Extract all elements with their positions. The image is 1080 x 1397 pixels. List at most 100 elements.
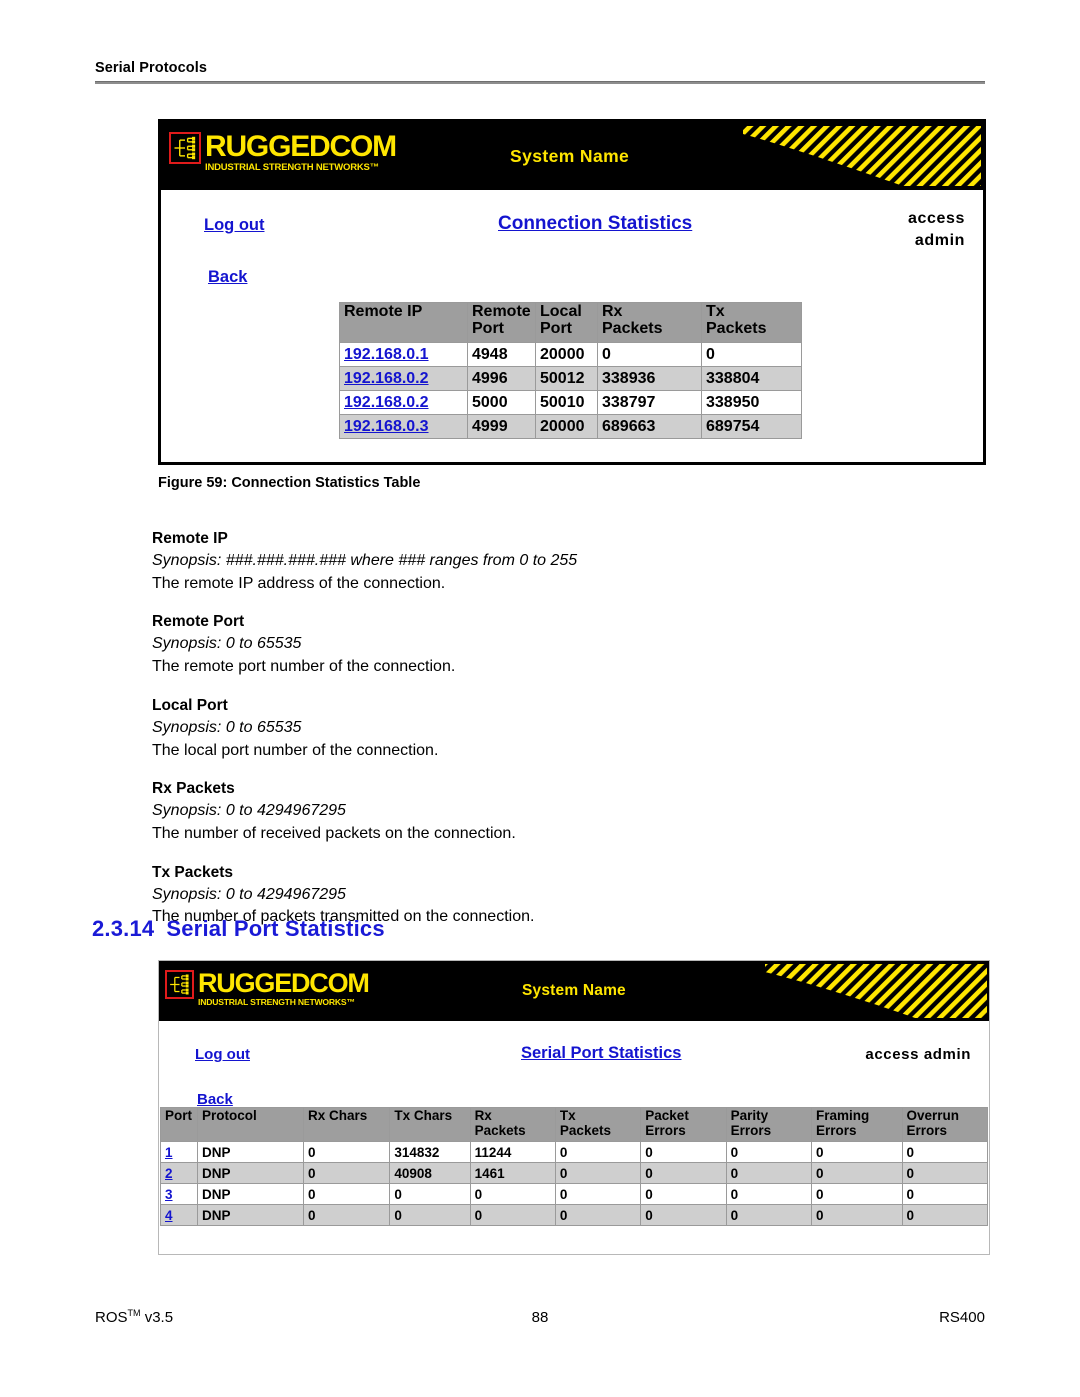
remote-ip-link[interactable]: 192.168.0.3: [344, 418, 429, 435]
cell-remote-port: 5000: [467, 390, 536, 415]
cell-rx-packets: 0: [469, 1183, 556, 1205]
cell-rx-packets: 338936: [597, 366, 702, 391]
access-level-indicator: access admin: [865, 1046, 971, 1063]
page-running-head: Serial Protocols: [95, 60, 985, 84]
system-name-label: System Name: [510, 146, 630, 166]
cell-remote-port: 4948: [467, 342, 536, 367]
cell-rx-packets: 338797: [597, 390, 702, 415]
column-port: Port: [159, 1107, 199, 1142]
cell-port: 4: [159, 1204, 199, 1226]
definition-synopsis: Synopsis: 0 to 65535: [152, 718, 302, 736]
ruggedcom-network-tree-icon: [165, 970, 194, 999]
logout-link[interactable]: Log out: [204, 216, 264, 235]
ruggedcom-logo: RUGGEDCOM INDUSTRIAL STRENGTH NETWORKS™: [165, 968, 370, 1007]
cell-tx-packets: 0: [701, 342, 802, 367]
cell-framing-errors: 0: [811, 1183, 903, 1205]
definition-local-port: Local Port Synopsis: 0 to 65535 The loca…: [152, 695, 872, 762]
cell-protocol: DNP: [197, 1141, 304, 1163]
definition-term: Tx Packets: [152, 863, 233, 881]
column-protocol: Protocol: [197, 1107, 304, 1142]
cell-tx-packets: 689754: [701, 414, 802, 439]
cell-rx-chars: 0: [302, 1141, 391, 1163]
page-title-link[interactable]: Connection Statistics: [498, 213, 692, 235]
cell-remote-port: 4999: [467, 414, 536, 439]
port-link[interactable]: 1: [165, 1145, 173, 1160]
table-header-row: Port Protocol Rx Chars Tx Chars Rx Packe…: [159, 1107, 989, 1142]
definition-remote-port: Remote Port Synopsis: 0 to 65535 The rem…: [152, 611, 872, 678]
back-link[interactable]: Back: [208, 268, 247, 287]
ruggedcom-network-tree-icon: [169, 132, 201, 164]
ruggedcom-wordmark: RUGGEDCOM INDUSTRIAL STRENGTH NETWORKS™: [198, 968, 370, 1007]
cell-rx-packets: 11244: [469, 1141, 556, 1163]
cell-local-port: 20000: [535, 342, 598, 367]
hazard-stripe-graphic: [713, 122, 983, 190]
cell-local-port: 20000: [535, 414, 598, 439]
cell-parity-errors: 0: [725, 1204, 813, 1226]
column-rx-chars: Rx Chars: [302, 1107, 391, 1142]
cell-framing-errors: 0: [811, 1141, 903, 1163]
cell-parity-errors: 0: [725, 1183, 813, 1205]
cell-framing-errors: 0: [811, 1204, 903, 1226]
table-row: 4 DNP 0 0 0 0 0 0 0 0: [159, 1204, 989, 1226]
brand-name: RUGGEDCOM: [198, 968, 370, 998]
remote-ip-link[interactable]: 192.168.0.2: [344, 370, 429, 387]
column-tx-packets: Tx Packets: [701, 302, 802, 343]
cell-remote-ip: 192.168.0.3: [339, 414, 468, 439]
column-tx-chars: Tx Chars: [389, 1107, 471, 1142]
cell-port: 1: [159, 1141, 199, 1163]
footer-product: ROSTM v3.5: [95, 1308, 433, 1326]
cell-tx-chars: 40908: [389, 1162, 471, 1184]
web-ui-nav-row: Log out Serial Port Statistics Back acce…: [159, 1021, 989, 1108]
cell-local-port: 50012: [535, 366, 598, 391]
table-header-row: Remote IP Remote Port Local Port Rx Pack…: [339, 302, 802, 343]
cell-local-port: 50010: [535, 390, 598, 415]
cell-tx-packets: 338804: [701, 366, 802, 391]
definition-description: The local port number of the connection.: [152, 741, 439, 759]
cell-protocol: DNP: [197, 1162, 304, 1184]
remote-ip-link[interactable]: 192.168.0.2: [344, 394, 429, 411]
definition-rx-packets: Rx Packets Synopsis: 0 to 4294967295 The…: [152, 778, 872, 845]
table-row: 192.168.0.2 5000 50010 338797 338950: [339, 390, 802, 415]
cell-tx-packets: 0: [554, 1183, 642, 1205]
access-role: admin: [914, 231, 965, 249]
cell-framing-errors: 0: [811, 1162, 903, 1184]
cell-rx-chars: 0: [302, 1183, 391, 1205]
web-ui-banner: RUGGEDCOM INDUSTRIAL STRENGTH NETWORKS™ …: [159, 961, 989, 1021]
section-heading: 2.3.14 Serial Port Statistics: [92, 916, 385, 942]
port-link[interactable]: 2: [165, 1166, 173, 1181]
footer-trademark-symbol: TM: [127, 1308, 141, 1318]
port-link[interactable]: 3: [165, 1187, 173, 1202]
cell-parity-errors: 0: [725, 1162, 813, 1184]
cell-tx-packets: 338950: [701, 390, 802, 415]
definition-term: Remote Port: [152, 613, 245, 631]
logout-link[interactable]: Log out: [195, 1046, 250, 1063]
definition-synopsis: Synopsis: 0 to 65535: [152, 635, 302, 653]
column-local-port: Local Port: [535, 302, 598, 343]
definition-remote-ip: Remote IP Synopsis: ###.###.###.### wher…: [152, 528, 872, 595]
footer-page-number: 88: [531, 1309, 549, 1326]
running-head-rule: [95, 81, 985, 84]
port-link[interactable]: 4: [165, 1208, 173, 1223]
cell-rx-packets: 1461: [469, 1162, 556, 1184]
cell-rx-chars: 0: [302, 1162, 391, 1184]
column-tx-packets: Tx Packets: [554, 1107, 642, 1142]
table-row: 192.168.0.3 4999 20000 689663 689754: [339, 414, 802, 439]
brand-tagline: INDUSTRIAL STRENGTH NETWORKS™: [205, 162, 379, 173]
running-head-title: Serial Protocols: [95, 60, 207, 76]
table-row: 192.168.0.2 4996 50012 338936 338804: [339, 366, 802, 391]
screenshot-connection-statistics: RUGGEDCOM INDUSTRIAL STRENGTH NETWORKS™ …: [158, 119, 986, 465]
definition-synopsis: Synopsis: 0 to 4294967295: [152, 885, 346, 903]
remote-ip-link[interactable]: 192.168.0.1: [344, 346, 429, 363]
cell-port: 2: [159, 1162, 199, 1184]
cell-rx-packets: 689663: [597, 414, 702, 439]
cell-rx-chars: 0: [302, 1204, 391, 1226]
definition-description: The remote IP address of the connection.: [152, 574, 446, 592]
definition-description: The number of received packets on the co…: [152, 825, 516, 843]
page-title-link[interactable]: Serial Port Statistics: [521, 1044, 681, 1063]
cell-protocol: DNP: [197, 1204, 304, 1226]
back-link[interactable]: Back: [197, 1091, 233, 1108]
column-rx-packets: Rx Packets: [469, 1107, 556, 1142]
cell-tx-chars: 0: [389, 1204, 471, 1226]
column-remote-port: Remote Port: [467, 302, 536, 343]
serial-port-statistics-table: Port Protocol Rx Chars Tx Chars Rx Packe…: [159, 1107, 989, 1226]
